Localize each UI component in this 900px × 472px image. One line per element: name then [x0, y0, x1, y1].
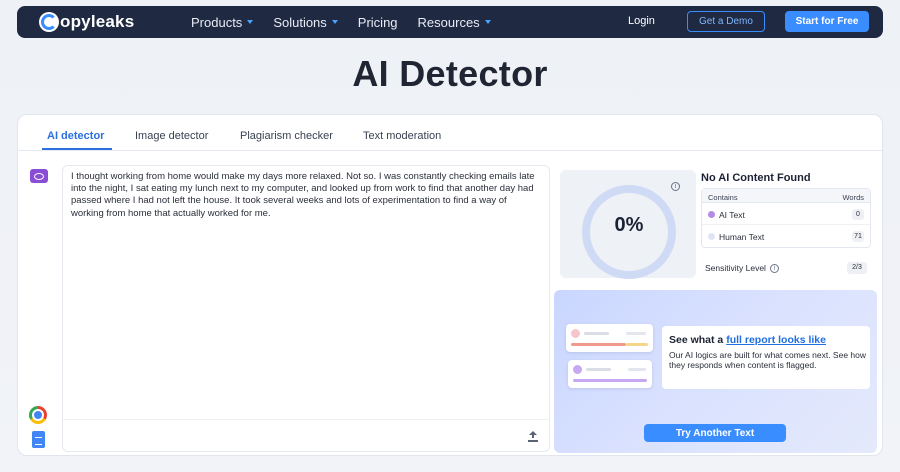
sparkle-icon: [573, 365, 582, 374]
nav-products-label: Products: [191, 14, 243, 30]
page-title: AI Detector: [352, 53, 548, 94]
result-title: No AI Content Found: [701, 172, 811, 184]
tab-image-detector[interactable]: Image detector: [135, 130, 208, 142]
start-free-button[interactable]: Start for Free: [785, 11, 869, 32]
nav-resources[interactable]: Resources: [418, 15, 491, 30]
ai-text-count: 0: [852, 209, 864, 220]
sensitivity-label: Sensitivity Level i: [705, 263, 779, 273]
promo-text-box: See what a full report looks like Our AI…: [662, 326, 870, 389]
table-row: Human Text 71: [702, 226, 870, 247]
human-text-count: 71: [852, 231, 864, 242]
editor-text[interactable]: I thought working from home would make m…: [71, 171, 541, 220]
promo-title: See what a full report looks like: [669, 334, 826, 346]
active-tab-indicator: [42, 148, 112, 150]
get-demo-button[interactable]: Get a Demo: [687, 11, 765, 32]
flag-icon: [571, 329, 580, 338]
login-link[interactable]: Login: [628, 15, 655, 27]
report-preview-card: [568, 360, 652, 388]
sensitivity-label-text: Sensitivity Level: [705, 263, 766, 273]
upload-icon[interactable]: [528, 431, 538, 442]
ai-text-dot-icon: [708, 211, 715, 218]
human-text-label: Human Text: [719, 232, 765, 242]
text-editor[interactable]: I thought working from home would make m…: [62, 165, 550, 452]
editor-divider: [63, 419, 549, 420]
info-icon[interactable]: i: [769, 263, 779, 273]
full-report-promo: See what a full report looks like Our AI…: [554, 290, 877, 453]
nav-solutions-label: Solutions: [273, 14, 327, 30]
score-gauge-panel: 0% i: [560, 170, 696, 279]
nav-links: Products Solutions Pricing Resources: [191, 6, 511, 38]
tab-ai-detector[interactable]: AI detector: [47, 130, 104, 142]
full-report-link[interactable]: full report looks like: [726, 334, 826, 346]
info-icon[interactable]: i: [671, 182, 680, 191]
result-table: Contains Words AI Text 0 Human Text 71: [701, 188, 871, 248]
chrome-extension-icon[interactable]: [29, 406, 47, 424]
chevron-down-icon: [247, 20, 254, 24]
tab-bar: AI detector Image detector Plagiarism ch…: [18, 115, 884, 151]
detector-card: AI detector Image detector Plagiarism ch…: [17, 114, 884, 456]
nav-pricing[interactable]: Pricing: [358, 15, 398, 30]
nav-products[interactable]: Products: [191, 14, 254, 30]
table-row: AI Text 0: [702, 204, 870, 225]
sensitivity-value[interactable]: 2/3: [847, 262, 867, 274]
nav-solutions[interactable]: Solutions: [273, 14, 338, 30]
result-table-header: Contains Words: [702, 189, 870, 203]
ai-score-value: 0%: [614, 214, 644, 236]
report-preview-card: [566, 324, 653, 352]
ai-text-label: AI Text: [719, 210, 745, 220]
header-contains: Contains: [708, 193, 738, 202]
header-words: Words: [842, 193, 864, 202]
tab-text-moderation[interactable]: Text moderation: [363, 130, 441, 142]
eye-icon[interactable]: [30, 169, 48, 183]
brand-logo[interactable]: opyleaks: [39, 11, 134, 33]
row-divider: [702, 224, 870, 225]
human-text-dot-icon: [708, 233, 715, 240]
google-docs-icon[interactable]: [32, 431, 45, 448]
chevron-down-icon: [331, 20, 338, 24]
try-another-text-button[interactable]: Try Another Text: [644, 424, 786, 442]
chevron-down-icon: [484, 20, 491, 24]
promo-description: Our AI logics are built for what comes n…: [669, 350, 867, 370]
nav-pricing-label: Pricing: [357, 14, 398, 30]
top-nav: opyleaks Products Solutions Pricing Reso…: [17, 6, 883, 38]
tab-plagiarism-checker[interactable]: Plagiarism checker: [240, 130, 333, 142]
copyleaks-logo-icon: [39, 12, 59, 32]
nav-resources-label: Resources: [417, 14, 480, 30]
brand-name: opyleaks: [60, 12, 135, 31]
promo-title-prefix: See what a: [669, 334, 727, 346]
